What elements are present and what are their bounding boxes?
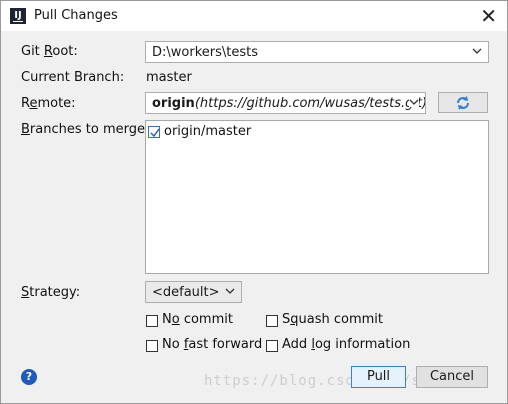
git-root-label: Git Root: xyxy=(21,44,78,59)
branches-list[interactable]: origin/master xyxy=(145,120,489,274)
close-icon[interactable]: ✕ xyxy=(480,4,497,28)
refresh-icon xyxy=(457,96,469,110)
no-fast-forward-checkbox[interactable] xyxy=(146,340,158,352)
chevron-down-icon xyxy=(472,46,482,56)
no-fast-forward-label: No fast forward xyxy=(162,337,263,352)
remote-label: Remote: xyxy=(21,96,76,111)
branch-label: origin/master xyxy=(164,124,252,139)
branch-checkbox[interactable] xyxy=(148,126,160,138)
no-commit-label: No commit xyxy=(162,312,233,327)
remote-name: origin xyxy=(152,96,195,111)
pull-changes-dialog: IJ Pull Changes ✕ Git Root: D:\workers\t… xyxy=(0,0,508,404)
intellij-idea-icon: IJ xyxy=(10,8,26,24)
cancel-button[interactable]: Cancel xyxy=(416,366,488,388)
refresh-remotes-button[interactable] xyxy=(438,92,488,113)
chevron-down-icon xyxy=(409,97,419,107)
strategy-label: Strategy: xyxy=(21,285,81,300)
help-icon[interactable]: ? xyxy=(21,369,37,385)
current-branch-value: master xyxy=(146,70,192,85)
remote-select[interactable]: origin(https://github.com/wusas/tests.gi… xyxy=(145,92,426,114)
pull-button[interactable]: Pull xyxy=(351,366,406,388)
title-bar: IJ Pull Changes ✕ xyxy=(1,1,507,31)
current-branch-label: Current Branch: xyxy=(21,70,125,85)
checkmark-icon xyxy=(150,128,160,138)
branches-to-merge-label: Branches to merge: xyxy=(21,122,150,137)
squash-commit-label: Squash commit xyxy=(282,312,384,327)
strategy-value: <default> xyxy=(152,285,220,300)
strategy-select[interactable]: <default> xyxy=(145,281,242,303)
add-log-information-checkbox[interactable] xyxy=(266,340,278,352)
remote-url: (https://github.com/wusas/tests.git) xyxy=(194,96,426,111)
remote-value: origin(https://github.com/wusas/tests.gi… xyxy=(152,96,426,111)
squash-commit-checkbox[interactable] xyxy=(266,315,278,327)
git-root-select[interactable]: D:\workers\tests xyxy=(145,41,489,63)
dialog-title: Pull Changes xyxy=(34,8,118,23)
git-root-value: D:\workers\tests xyxy=(152,45,258,60)
add-log-information-label: Add log information xyxy=(282,337,411,352)
chevron-down-icon xyxy=(225,286,235,296)
no-commit-checkbox[interactable] xyxy=(146,315,158,327)
